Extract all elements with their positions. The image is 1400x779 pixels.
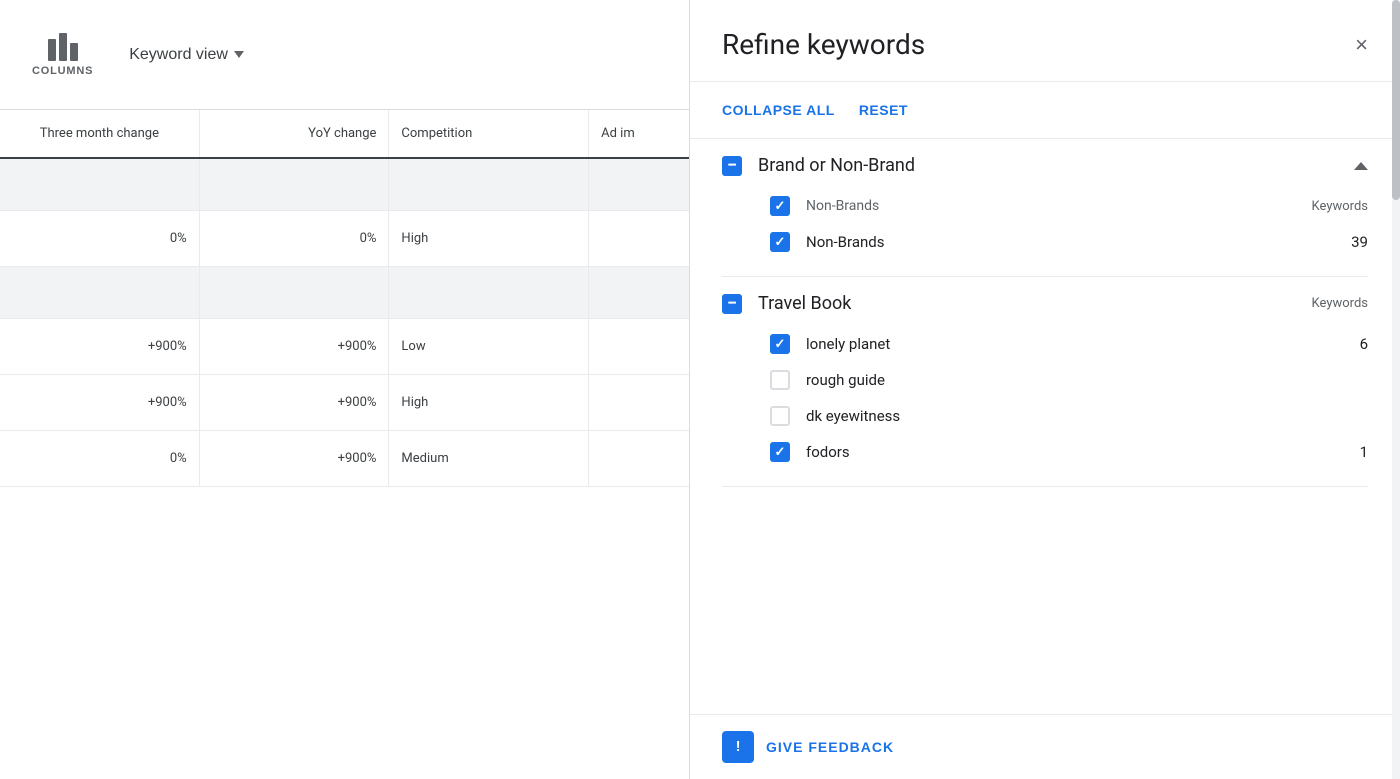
section-checkbox-brand[interactable]: − bbox=[722, 156, 742, 176]
checkbox-rough-guide[interactable] bbox=[770, 370, 790, 390]
non-brands-parent-label: Non-Brands bbox=[806, 198, 1296, 214]
non-brands-child-label: Non-Brands bbox=[806, 233, 1322, 251]
td-adim bbox=[589, 431, 689, 486]
list-item: rough guide bbox=[722, 362, 1368, 398]
header-adim: Ad im bbox=[589, 110, 689, 157]
lonely-planet-count: 6 bbox=[1338, 335, 1368, 353]
td-yoy: +900% bbox=[200, 319, 390, 374]
list-item: ✓ Non-Brands 39 bbox=[722, 224, 1368, 260]
checkbox-dk-eyewitness[interactable] bbox=[770, 406, 790, 426]
td-adim bbox=[589, 211, 689, 266]
minus-checkbox-icon: − bbox=[722, 294, 742, 314]
td-yoy: +900% bbox=[200, 375, 390, 430]
header-three-month: Three month change bbox=[0, 110, 200, 157]
section-header-travel[interactable]: − Travel Book Keywords bbox=[722, 293, 1368, 314]
header-competition: Competition bbox=[389, 110, 589, 157]
table-body: 0% 0% High +900% +900% Low +900% +900% H… bbox=[0, 159, 689, 779]
list-item: ✓ Non-Brands Keywords bbox=[722, 188, 1368, 224]
collapse-all-button[interactable]: COLLAPSE ALL bbox=[722, 98, 835, 122]
td-competition: Low bbox=[389, 319, 589, 374]
list-item: dk eyewitness bbox=[722, 398, 1368, 434]
td-competition: High bbox=[389, 211, 589, 266]
td-adim bbox=[589, 319, 689, 374]
lonely-planet-label: lonely planet bbox=[806, 335, 1322, 353]
refine-content: − Brand or Non-Brand ✓ Non-Brands Keywor… bbox=[690, 139, 1400, 714]
table-row: +900% +900% Low bbox=[0, 319, 689, 375]
section-header-brand[interactable]: − Brand or Non-Brand bbox=[722, 155, 1368, 176]
td-yoy: 0% bbox=[200, 211, 390, 266]
refine-actions: COLLAPSE ALL RESET bbox=[690, 82, 1400, 139]
section-brand-or-non-brand: − Brand or Non-Brand ✓ Non-Brands Keywor… bbox=[722, 139, 1368, 277]
feedback-bar: ! GIVE FEEDBACK bbox=[690, 714, 1400, 779]
section-title-travel: Travel Book bbox=[758, 293, 1296, 314]
td-yoy: +900% bbox=[200, 431, 390, 486]
columns-button[interactable]: COLUMNS bbox=[20, 25, 105, 85]
td-three-month: 0% bbox=[0, 211, 200, 266]
left-panel: COLUMNS Keyword view Three month change … bbox=[0, 0, 690, 779]
rough-guide-label: rough guide bbox=[806, 371, 1322, 389]
dropdown-arrow-icon bbox=[234, 51, 244, 58]
table-row bbox=[0, 159, 689, 211]
checked-icon: ✓ bbox=[770, 334, 790, 354]
reset-button[interactable]: RESET bbox=[859, 98, 908, 122]
checkbox-non-brands-child[interactable]: ✓ bbox=[770, 232, 790, 252]
td-competition: Medium bbox=[389, 431, 589, 486]
checkbox-non-brands-parent[interactable]: ✓ bbox=[770, 196, 790, 216]
table-row: +900% +900% High bbox=[0, 375, 689, 431]
table-row: 0% +900% Medium bbox=[0, 431, 689, 487]
header-yoy: YoY change bbox=[200, 110, 390, 157]
td-yoy bbox=[200, 159, 390, 210]
chevron-up-icon bbox=[1354, 162, 1368, 170]
section-title-brand: Brand or Non-Brand bbox=[758, 155, 1338, 176]
minus-checkbox-icon: − bbox=[722, 156, 742, 176]
td-competition bbox=[389, 267, 589, 318]
refine-title: Refine keywords bbox=[722, 28, 925, 61]
td-competition: High bbox=[389, 375, 589, 430]
unchecked-icon bbox=[770, 370, 790, 390]
checkbox-lonely-planet[interactable]: ✓ bbox=[770, 334, 790, 354]
toolbar: COLUMNS Keyword view bbox=[0, 0, 689, 110]
refine-header: Refine keywords × bbox=[690, 0, 1400, 82]
scrollbar[interactable] bbox=[1392, 0, 1400, 779]
fodors-label: fodors bbox=[806, 443, 1322, 461]
columns-label: COLUMNS bbox=[32, 65, 93, 77]
td-three-month bbox=[0, 267, 200, 318]
keywords-column-header: Keywords bbox=[1312, 199, 1368, 214]
td-three-month: +900% bbox=[0, 375, 200, 430]
table-row bbox=[0, 267, 689, 319]
close-button[interactable]: × bbox=[1355, 34, 1368, 56]
td-three-month: 0% bbox=[0, 431, 200, 486]
columns-icon bbox=[48, 33, 78, 61]
keywords-header-travel: Keywords bbox=[1312, 296, 1368, 311]
td-three-month bbox=[0, 159, 200, 210]
feedback-icon: ! bbox=[722, 731, 754, 763]
checked-icon: ✓ bbox=[770, 442, 790, 462]
non-brands-count: 39 bbox=[1338, 233, 1368, 251]
td-competition bbox=[389, 159, 589, 210]
list-item: ✓ fodors 1 bbox=[722, 434, 1368, 470]
unchecked-icon bbox=[770, 406, 790, 426]
checked-icon: ✓ bbox=[770, 232, 790, 252]
td-adim bbox=[589, 267, 689, 318]
td-adim bbox=[589, 375, 689, 430]
checked-icon: ✓ bbox=[770, 196, 790, 216]
right-panel: Refine keywords × COLLAPSE ALL RESET − B… bbox=[690, 0, 1400, 779]
dk-eyewitness-label: dk eyewitness bbox=[806, 407, 1322, 425]
checkbox-fodors[interactable]: ✓ bbox=[770, 442, 790, 462]
td-adim bbox=[589, 159, 689, 210]
give-feedback-button[interactable]: GIVE FEEDBACK bbox=[766, 739, 894, 755]
scrollbar-thumb[interactable] bbox=[1392, 0, 1400, 200]
section-travel-book: − Travel Book Keywords ✓ lonely planet 6 bbox=[722, 277, 1368, 487]
keyword-view-label: Keyword view bbox=[129, 46, 228, 64]
keyword-view-button[interactable]: Keyword view bbox=[129, 46, 244, 64]
fodors-count: 1 bbox=[1338, 443, 1368, 461]
list-item: ✓ lonely planet 6 bbox=[722, 326, 1368, 362]
table-row: 0% 0% High bbox=[0, 211, 689, 267]
td-three-month: +900% bbox=[0, 319, 200, 374]
table-header: Three month change YoY change Competitio… bbox=[0, 110, 689, 159]
section-checkbox-travel[interactable]: − bbox=[722, 294, 742, 314]
td-yoy bbox=[200, 267, 390, 318]
